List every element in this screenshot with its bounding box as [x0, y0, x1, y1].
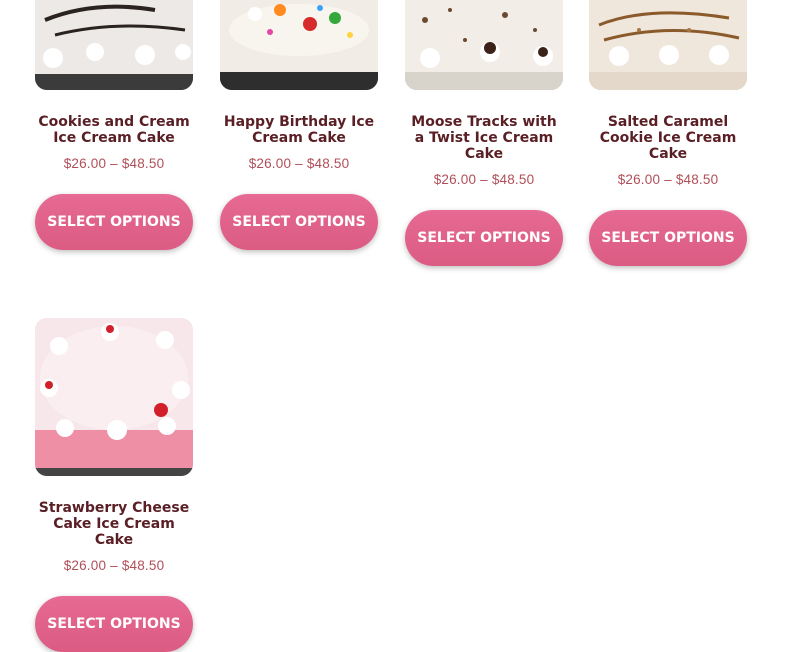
select-options-button[interactable]: SELECT OPTIONS	[35, 194, 193, 250]
product-title[interactable]: Salted Caramel Cookie Ice Cream Cake	[589, 114, 747, 162]
price-high: $48.50	[675, 172, 719, 187]
product-title[interactable]: Happy Birthday Ice Cream Cake	[220, 114, 378, 146]
product-price: $26.00 – $48.50	[35, 156, 193, 171]
select-options-button[interactable]: SELECT OPTIONS	[35, 596, 193, 652]
product-title[interactable]: Strawberry Cheese Cake Ice Cream Cake	[35, 500, 193, 548]
price-high: $48.50	[306, 156, 350, 171]
product-card: Salted Caramel Cookie Ice Cream Cake $26…	[589, 0, 747, 266]
product-image-salted-caramel[interactable]	[589, 0, 747, 90]
price-low: $26.00	[248, 156, 292, 171]
product-price: $26.00 – $48.50	[35, 558, 193, 573]
product-image-strawberry-cheese-cake[interactable]	[35, 318, 193, 476]
price-low: $26.00	[63, 156, 107, 171]
select-options-button[interactable]: SELECT OPTIONS	[589, 210, 747, 266]
product-image-cookies-and-cream[interactable]	[35, 0, 193, 90]
product-card: Cookies and Cream Ice Cream Cake $26.00 …	[35, 0, 193, 250]
price-separator: –	[110, 156, 118, 171]
price-separator: –	[295, 156, 303, 171]
price-high: $48.50	[121, 156, 165, 171]
price-high: $48.50	[491, 172, 535, 187]
select-options-button[interactable]: SELECT OPTIONS	[220, 194, 378, 250]
price-separator: –	[110, 558, 118, 573]
product-title[interactable]: Cookies and Cream Ice Cream Cake	[35, 114, 193, 146]
price-low: $26.00	[63, 558, 107, 573]
product-image-happy-birthday[interactable]	[220, 0, 378, 90]
product-price: $26.00 – $48.50	[589, 172, 747, 187]
price-separator: –	[664, 172, 672, 187]
price-separator: –	[480, 172, 488, 187]
product-card: Happy Birthday Ice Cream Cake $26.00 – $…	[220, 0, 378, 250]
product-price: $26.00 – $48.50	[405, 172, 563, 187]
select-options-button[interactable]: SELECT OPTIONS	[405, 210, 563, 266]
product-title[interactable]: Moose Tracks with a Twist Ice Cream Cake	[405, 114, 563, 162]
price-low: $26.00	[617, 172, 661, 187]
price-high: $48.50	[121, 558, 165, 573]
product-card: Strawberry Cheese Cake Ice Cream Cake $2…	[35, 318, 193, 652]
price-low: $26.00	[433, 172, 477, 187]
product-price: $26.00 – $48.50	[220, 156, 378, 171]
product-image-moose-tracks[interactable]	[405, 0, 563, 90]
product-card: Moose Tracks with a Twist Ice Cream Cake…	[405, 0, 563, 266]
